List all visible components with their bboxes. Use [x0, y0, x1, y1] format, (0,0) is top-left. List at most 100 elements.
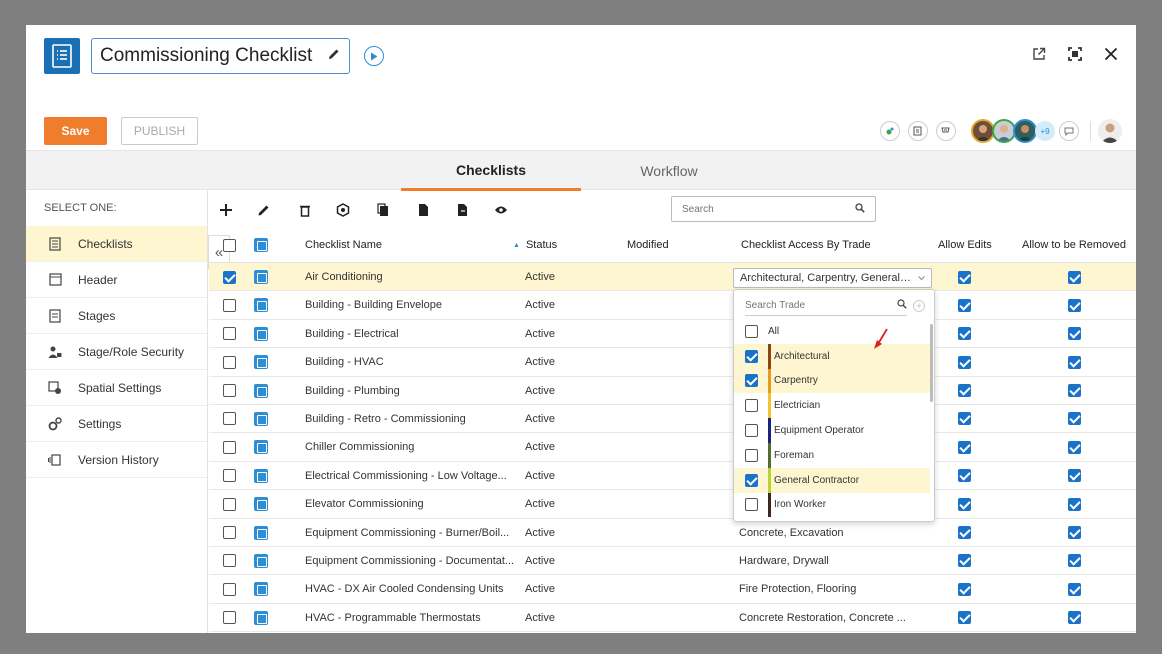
- more-avatars-badge[interactable]: +9: [1035, 121, 1055, 141]
- row-checkbox[interactable]: [223, 611, 236, 625]
- allow-edits-checkbox[interactable]: [958, 412, 971, 426]
- sidebar-item-version-history[interactable]: Version History: [26, 442, 207, 478]
- allow-removed-checkbox[interactable]: [1068, 440, 1081, 454]
- column-name[interactable]: Checklist Name: [305, 227, 382, 263]
- trade-checkbox[interactable]: [745, 498, 758, 512]
- trade-checkbox[interactable]: [745, 448, 758, 462]
- table-row[interactable]: Air Conditioning Active: [209, 263, 1136, 292]
- column-access-by-trade[interactable]: Checklist Access By Trade: [741, 227, 871, 263]
- sidebar-item-stages[interactable]: Stages: [26, 298, 207, 334]
- trade-option-equipment-operator[interactable]: Equipment Operator: [734, 418, 930, 443]
- trade-option-carpentry[interactable]: Carpentry: [734, 368, 930, 394]
- allow-removed-checkbox[interactable]: [1068, 327, 1081, 341]
- table-row[interactable]: Equipment Commissioning - Documentat... …: [209, 547, 1136, 576]
- allow-removed-checkbox[interactable]: [1068, 554, 1081, 568]
- trade-checkbox[interactable]: [745, 399, 758, 413]
- document-list-icon[interactable]: [908, 121, 928, 141]
- sidebar-item-checklists[interactable]: Checklists: [26, 226, 207, 262]
- row-checkbox[interactable]: [223, 554, 236, 568]
- allow-removed-checkbox[interactable]: [1068, 582, 1081, 596]
- trade-checkbox[interactable]: [745, 349, 758, 363]
- table-row[interactable]: Building - Building Envelope Active: [209, 291, 1136, 320]
- column-modified[interactable]: Modified: [627, 227, 669, 263]
- play-icon[interactable]: [364, 46, 384, 66]
- table-row[interactable]: HVAC - DX Air Cooled Condensing Units Ac…: [209, 575, 1136, 604]
- tab-workflow[interactable]: Workflow: [579, 151, 759, 191]
- search-input[interactable]: [682, 203, 832, 215]
- allow-edits-checkbox[interactable]: [958, 440, 971, 454]
- maximize-icon[interactable]: [1066, 45, 1084, 63]
- trade-option-electrician[interactable]: Electrician: [734, 393, 930, 419]
- publish-button[interactable]: PUBLISH: [121, 117, 198, 145]
- table-row[interactable]: HVAC - Programmable Thermostats Active C…: [209, 604, 1136, 633]
- allow-edits-checkbox[interactable]: [958, 384, 971, 398]
- trade-search-input[interactable]: [745, 300, 875, 311]
- column-status[interactable]: Status: [526, 239, 557, 251]
- sort-ascending-icon[interactable]: ▲: [513, 242, 520, 249]
- avatar[interactable]: [1013, 119, 1037, 143]
- table-row[interactable]: Chiller Commissioning Active: [209, 433, 1136, 462]
- column-allow-removed[interactable]: Allow to be Removed: [1022, 227, 1126, 263]
- sidebar-item-settings[interactable]: Settings: [26, 406, 207, 442]
- edit-pencil-icon[interactable]: [327, 47, 341, 66]
- allow-removed-checkbox[interactable]: [1068, 298, 1081, 312]
- trade-option-foreman[interactable]: Foreman: [734, 442, 930, 468]
- row-checkbox[interactable]: [223, 497, 236, 511]
- trade-search-field[interactable]: [745, 296, 907, 316]
- select-all-checkbox[interactable]: [223, 238, 236, 252]
- table-row[interactable]: Building - Electrical Active: [209, 320, 1136, 349]
- search-field[interactable]: [671, 196, 876, 222]
- open-external-icon[interactable]: [1030, 45, 1048, 63]
- allow-edits-checkbox[interactable]: [958, 554, 971, 568]
- allow-edits-checkbox[interactable]: [958, 270, 971, 284]
- sidebar-item-spatial-settings[interactable]: Spatial Settings: [26, 370, 207, 406]
- allow-removed-checkbox[interactable]: [1068, 526, 1081, 540]
- table-row[interactable]: Building - Retro - Commissioning Active: [209, 405, 1136, 434]
- allow-edits-checkbox[interactable]: [958, 327, 971, 341]
- preview-eye-icon[interactable]: [492, 201, 510, 219]
- column-allow-edits[interactable]: Allow Edits: [938, 227, 992, 263]
- allow-edits-checkbox[interactable]: [958, 355, 971, 369]
- allow-removed-checkbox[interactable]: [1068, 270, 1081, 284]
- sidebar-item-stage-role-security[interactable]: Stage/Role Security: [26, 334, 207, 370]
- table-row[interactable]: Elevator Commissioning Active: [209, 490, 1136, 519]
- user-avatar[interactable]: [1098, 119, 1122, 143]
- allow-removed-checkbox[interactable]: [1068, 611, 1081, 625]
- table-row[interactable]: Building - HVAC Active: [209, 348, 1136, 377]
- row-checkbox[interactable]: [223, 526, 236, 540]
- dropdown-scrollbar[interactable]: [930, 324, 933, 402]
- trade-option-iron-worker[interactable]: Iron Worker: [734, 492, 930, 518]
- chat-icon[interactable]: [1059, 121, 1079, 141]
- tab-checklists[interactable]: Checklists: [401, 151, 581, 191]
- allow-edits-checkbox[interactable]: [958, 526, 971, 540]
- allow-removed-checkbox[interactable]: [1068, 384, 1081, 398]
- table-row[interactable]: Equipment Commissioning - Burner/Boil...…: [209, 519, 1136, 547]
- import-icon[interactable]: [453, 201, 471, 219]
- copy-icon[interactable]: [374, 201, 392, 219]
- export-icon[interactable]: [414, 201, 432, 219]
- add-icon[interactable]: [217, 201, 235, 219]
- add-trade-icon[interactable]: +: [913, 300, 925, 312]
- table-row[interactable]: Electrical Commissioning - Low Voltage..…: [209, 462, 1136, 491]
- row-checkbox[interactable]: [223, 440, 236, 454]
- trade-access-select[interactable]: Architectural, Carpentry, General C...: [733, 268, 932, 288]
- row-checkbox[interactable]: [223, 384, 236, 398]
- row-checkbox[interactable]: [223, 298, 236, 312]
- row-checkbox[interactable]: [223, 327, 236, 341]
- leaf-icon[interactable]: [880, 121, 900, 141]
- row-checkbox[interactable]: [223, 469, 236, 483]
- trade-checkbox[interactable]: [745, 374, 758, 388]
- row-checkbox[interactable]: [223, 270, 236, 284]
- edit-icon[interactable]: [255, 201, 273, 219]
- row-checkbox[interactable]: [223, 355, 236, 369]
- table-row[interactable]: Building - Plumbing Active: [209, 377, 1136, 405]
- title-field[interactable]: Commissioning Checklist: [91, 38, 350, 74]
- allow-removed-checkbox[interactable]: [1068, 469, 1081, 483]
- trade-checkbox[interactable]: [745, 324, 758, 338]
- save-button[interactable]: Save: [44, 117, 107, 145]
- sidebar-item-header[interactable]: Header: [26, 262, 207, 298]
- trade-option-general-contractor[interactable]: General Contractor: [734, 467, 930, 493]
- allow-removed-checkbox[interactable]: [1068, 355, 1081, 369]
- settings-badge-icon[interactable]: [334, 201, 352, 219]
- trade-checkbox[interactable]: [745, 473, 758, 487]
